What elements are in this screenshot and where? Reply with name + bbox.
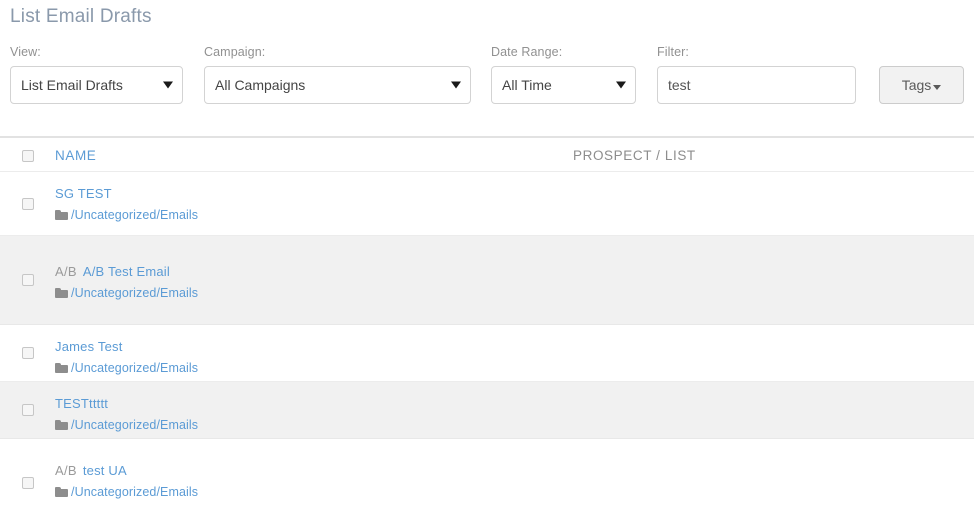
row-path-line: /Uncategorized/Emails — [55, 207, 964, 223]
table-row[interactable]: SG TEST/Uncategorized/Emails — [0, 172, 974, 236]
row-name-line: SG TEST — [55, 186, 964, 202]
folder-icon — [55, 288, 68, 298]
tags-field: Tags — [879, 66, 964, 104]
column-header-prospect-list: PROSPECT / LIST — [573, 148, 696, 163]
row-checkbox[interactable] — [22, 476, 34, 489]
row-name-line: A/B A/B Test Email — [55, 264, 964, 280]
email-draft-name-link[interactable]: James Test — [55, 339, 123, 354]
row-content: A/B A/B Test Email/Uncategorized/Emails — [55, 264, 964, 301]
folder-path-link[interactable]: /Uncategorized/Emails — [71, 207, 198, 223]
view-field: View: List Email Drafts — [10, 44, 183, 104]
ab-test-badge: A/B — [55, 463, 77, 478]
folder-path-link[interactable]: /Uncategorized/Emails — [71, 417, 198, 433]
table-row[interactable]: A/B A/B Test Email/Uncategorized/Emails — [0, 236, 974, 325]
table-row[interactable]: A/B test UA/Uncategorized/Emails — [0, 439, 974, 518]
table-row[interactable]: TESTttttt/Uncategorized/Emails — [0, 382, 974, 439]
table-header-row: NAME PROSPECT / LIST — [0, 136, 974, 172]
row-content: TESTttttt/Uncategorized/Emails — [55, 396, 964, 433]
row-content: A/B test UA/Uncategorized/Emails — [55, 463, 964, 500]
date-range-label: Date Range: — [491, 45, 563, 59]
row-path-line: /Uncategorized/Emails — [55, 285, 964, 301]
view-select[interactable]: List Email Drafts — [10, 66, 183, 104]
row-content: SG TEST/Uncategorized/Emails — [55, 186, 964, 223]
date-range-select-value: All Time — [502, 77, 552, 93]
date-range-field: Date Range: All Time — [491, 44, 636, 104]
caret-down-icon — [933, 84, 942, 90]
row-path-line: /Uncategorized/Emails — [55, 484, 964, 500]
campaign-label: Campaign: — [204, 45, 266, 59]
row-name-line: James Test — [55, 339, 964, 355]
campaign-select-value: All Campaigns — [215, 77, 306, 93]
row-checkbox[interactable] — [22, 347, 34, 359]
folder-icon — [55, 487, 68, 497]
row-content: James Test/Uncategorized/Emails — [55, 339, 964, 376]
email-draft-name-link[interactable]: A/B Test Email — [83, 264, 170, 279]
row-checkbox[interactable] — [22, 197, 34, 210]
filters-toolbar: View: List Email Drafts Campaign: All Ca… — [0, 44, 974, 124]
chevron-down-icon — [451, 81, 461, 89]
folder-icon — [55, 363, 68, 373]
chevron-down-icon — [163, 81, 173, 89]
campaign-field: Campaign: All Campaigns — [204, 44, 471, 104]
filter-label: Filter: — [657, 45, 689, 59]
email-draft-name-link[interactable]: TESTttttt — [55, 396, 108, 411]
folder-path-link[interactable]: /Uncategorized/Emails — [71, 285, 198, 301]
campaign-select[interactable]: All Campaigns — [204, 66, 471, 104]
row-checkbox[interactable] — [22, 404, 34, 416]
row-path-line: /Uncategorized/Emails — [55, 417, 964, 433]
view-select-value: List Email Drafts — [21, 77, 123, 93]
folder-icon — [55, 210, 68, 220]
row-name-line: TESTttttt — [55, 396, 964, 412]
email-draft-name-link[interactable]: SG TEST — [55, 186, 112, 201]
row-name-line: A/B test UA — [55, 463, 964, 479]
view-label: View: — [10, 45, 41, 59]
row-checkbox[interactable] — [22, 274, 34, 286]
filter-input-value: test — [668, 77, 691, 93]
email-drafts-page: List Email Drafts View: List Email Draft… — [0, 0, 974, 518]
row-path-line: /Uncategorized/Emails — [55, 360, 964, 376]
table-row[interactable]: James Test/Uncategorized/Emails — [0, 325, 974, 382]
filter-field: Filter: test — [657, 44, 856, 104]
select-all-checkbox[interactable] — [22, 150, 34, 162]
filter-input[interactable]: test — [657, 66, 856, 104]
page-title: List Email Drafts — [10, 6, 152, 27]
ab-test-badge: A/B — [55, 264, 77, 279]
column-header-name[interactable]: NAME — [55, 148, 96, 163]
table-body: SG TEST/Uncategorized/Emails A/B A/B Test … — [0, 172, 974, 518]
email-drafts-table: NAME PROSPECT / LIST SG TEST/Uncategoriz… — [0, 136, 974, 518]
tags-button[interactable]: Tags — [879, 66, 964, 104]
chevron-down-icon — [616, 81, 626, 89]
folder-path-link[interactable]: /Uncategorized/Emails — [71, 484, 198, 500]
folder-icon — [55, 420, 68, 430]
email-draft-name-link[interactable]: test UA — [83, 463, 127, 478]
folder-path-link[interactable]: /Uncategorized/Emails — [71, 360, 198, 376]
tags-button-label: Tags — [901, 77, 932, 93]
date-range-select[interactable]: All Time — [491, 66, 636, 104]
